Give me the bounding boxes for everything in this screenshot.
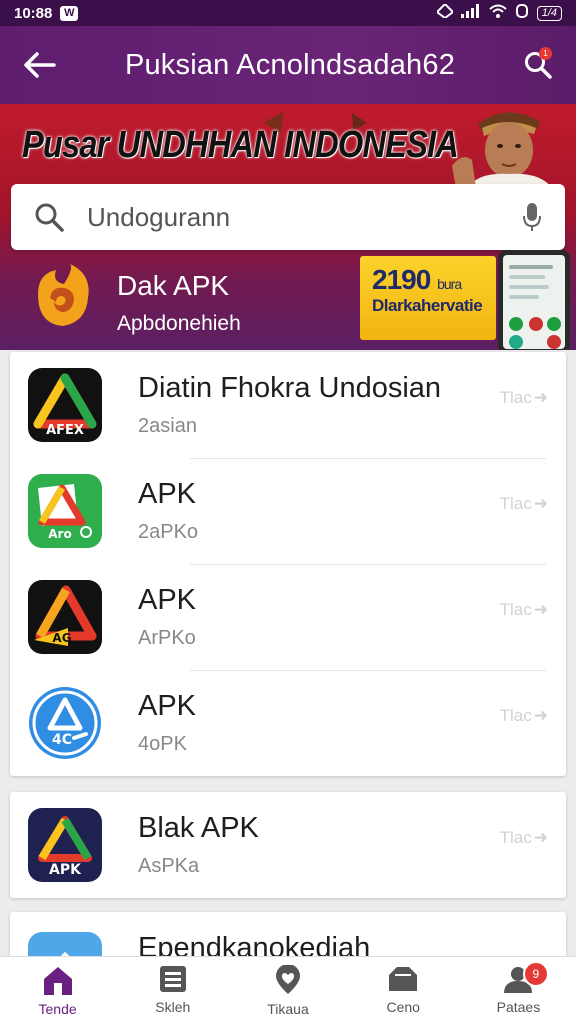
wifi-icon	[489, 4, 507, 22]
open-action[interactable]: Tlac ➜	[500, 706, 548, 726]
app-icon-label: APK	[49, 862, 82, 878]
promo-number: 2190	[372, 264, 431, 295]
banner-headline: Pusar UNDHHAN INDONESIA	[22, 124, 459, 166]
list-item[interactable]: AFEX Diatin Fhokra Undosian 2asian Tlac ➜	[10, 352, 566, 458]
voice-search-button[interactable]	[499, 201, 565, 233]
list-item[interactable]: 4C APK 4oPK Tlac ➜	[10, 670, 566, 776]
app-icon-label: AG	[52, 631, 71, 645]
app-icon: Aro	[28, 474, 102, 548]
promo-card[interactable]: 2190 bura Dlarkahervatie	[360, 256, 496, 340]
status-time: 10:88	[14, 4, 53, 22]
open-action[interactable]: Tlac ➜	[500, 600, 548, 620]
battery-icon: 1/4	[536, 5, 562, 21]
app-icon: 4C	[28, 686, 102, 760]
nav-label: Pataes	[496, 999, 541, 1015]
phone-mockup	[498, 250, 570, 350]
app-subtitle: 2asian	[138, 415, 197, 437]
app-list-card: AFEX Diatin Fhokra Undosian 2asian Tlac ➜…	[10, 352, 566, 776]
arrow-right-icon: ➜	[533, 494, 548, 513]
app-list-card: APK Blak APK AsPKa Tlac ➜	[10, 792, 566, 898]
promo-title: Dak APK	[117, 270, 230, 301]
nav-tab-profile[interactable]: 9 Pataes	[461, 957, 576, 1024]
action-label: Tlac	[499, 600, 532, 619]
notification-icon: W	[60, 5, 79, 21]
list-icon	[159, 966, 186, 992]
bottom-navigation: Tende Skleh Tikaua Ceno 9 Pataes	[0, 956, 576, 1024]
app-icon-label: AFEX	[46, 423, 84, 438]
action-label: Tlac	[499, 706, 532, 725]
arrow-right-icon: ➜	[533, 706, 548, 725]
nav-label: Ceno	[386, 999, 420, 1015]
app-icon-label: Aro	[48, 527, 71, 541]
list-item[interactable]: AG APK ArPKo Tlac ➜	[10, 564, 566, 670]
promo-card-subtitle: Dlarkahervatie	[372, 296, 483, 315]
heart-location-icon	[276, 965, 300, 994]
alarm-icon	[435, 2, 455, 22]
promo-subtitle: Apbdonehieh	[117, 312, 241, 335]
app-subtitle: ArPKo	[138, 627, 196, 649]
app-icon-label: 4C	[52, 732, 72, 748]
app-subtitle: AsPKa	[138, 855, 200, 877]
arrow-right-icon: ➜	[533, 388, 548, 407]
notification-badge: 9	[522, 961, 549, 987]
notification-badge: 1	[539, 47, 552, 60]
app-icon: APK	[28, 808, 102, 882]
person-image	[452, 112, 552, 188]
arrow-left-icon	[24, 52, 56, 78]
page-title: Puksian Acnolndsadah62	[124, 48, 456, 81]
arrow-right-icon: ➜	[533, 828, 548, 847]
promo-logo-icon	[38, 264, 89, 326]
link-icon	[515, 4, 529, 22]
search-bar[interactable]	[11, 184, 565, 250]
action-label: Tlac	[499, 494, 532, 513]
promo-number-suffix: bura	[437, 276, 462, 292]
open-action[interactable]: Tlac ➜	[500, 828, 548, 848]
back-button[interactable]	[0, 26, 80, 104]
signal-icon	[460, 4, 481, 22]
search-icon	[11, 201, 87, 233]
nav-label: Skleh	[155, 999, 191, 1015]
hero-banner: Pusar UNDHHAN INDONESIA Dak APK Apbdoneh…	[0, 104, 576, 350]
app-icon: AG	[28, 580, 102, 654]
nav-tab-home[interactable]: Tende	[0, 957, 115, 1024]
nav-label: Tende	[38, 1001, 77, 1017]
list-item[interactable]: APK Blak APK AsPKa Tlac ➜	[10, 792, 566, 898]
app-subtitle: 4oPK	[138, 733, 187, 755]
microphone-icon	[523, 203, 541, 231]
open-action[interactable]: Tlac ➜	[500, 494, 548, 514]
app-icon: AFEX	[28, 368, 102, 442]
box-icon	[389, 967, 418, 991]
nav-tab-favorites[interactable]: Tikaua	[230, 957, 345, 1024]
battery-level: 1/4	[541, 7, 557, 19]
app-subtitle: 2aPKo	[138, 521, 199, 543]
search-input[interactable]	[87, 201, 499, 233]
action-label: Tlac	[499, 828, 532, 847]
open-action[interactable]: Tlac ➜	[500, 388, 548, 408]
nav-tab-box[interactable]: Ceno	[346, 957, 461, 1024]
status-bar: 10:88 W 1/4	[0, 0, 576, 26]
search-button[interactable]: 1	[500, 26, 576, 104]
app-bar: Puksian Acnolndsadah62 1	[0, 26, 576, 104]
home-icon	[43, 967, 72, 995]
nav-tab-list[interactable]: Skleh	[115, 957, 230, 1024]
nav-label: Tikaua	[267, 1001, 309, 1017]
arrow-right-icon: ➜	[533, 600, 548, 619]
action-label: Tlac	[499, 388, 532, 407]
list-item[interactable]: Aro APK 2aPKo Tlac ➜	[10, 458, 566, 564]
